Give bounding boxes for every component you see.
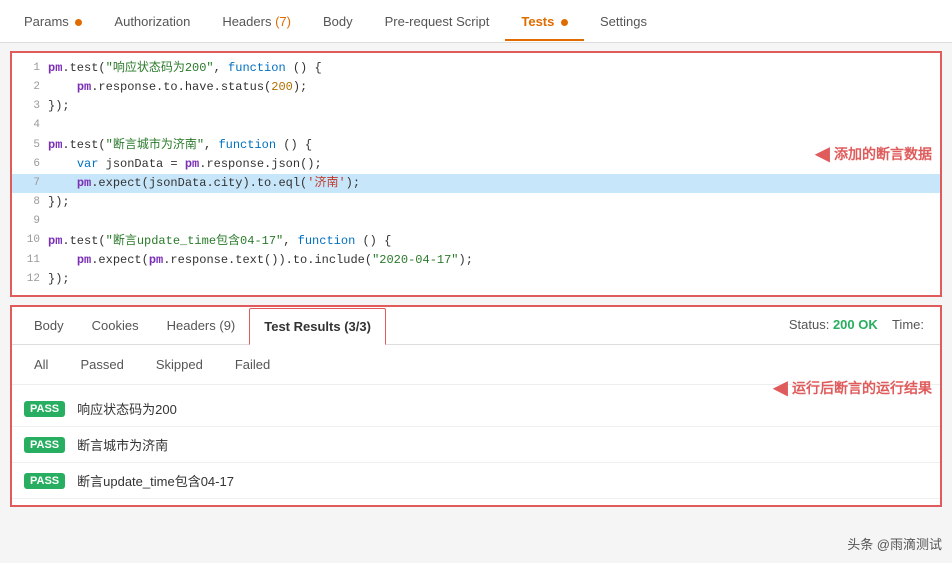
resp-tab-test-results[interactable]: Test Results (3/3) bbox=[249, 308, 386, 345]
code-line-9: 9 bbox=[12, 213, 940, 232]
code-line-6: 6 var jsonData = pm.response.json(); bbox=[12, 155, 940, 174]
code-line-3: 3 }); bbox=[12, 97, 940, 116]
tab-settings[interactable]: Settings bbox=[584, 2, 663, 41]
status-bar: Status: 200 OK Time: bbox=[789, 317, 924, 332]
tab-params-label: Params bbox=[24, 14, 69, 29]
line-num-2: 2 bbox=[16, 79, 40, 97]
tab-prerequest-label: Pre-request Script bbox=[385, 14, 490, 29]
line-content-10: pm.test("断言update_time包含04-17", function… bbox=[48, 232, 936, 251]
line-num-12: 12 bbox=[16, 271, 40, 289]
tab-tests-label: Tests bbox=[521, 14, 554, 29]
test-label-1: 响应状态码为200 bbox=[77, 399, 177, 418]
tab-body[interactable]: Body bbox=[307, 2, 369, 41]
editor-annotation: ◀ 添加的断言数据 bbox=[815, 141, 932, 166]
response-tab-bar: Body Cookies Headers (9) Test Results (3… bbox=[12, 307, 940, 345]
annotation-arrow-icon: ◀ bbox=[815, 141, 830, 166]
code-line-7: 7 pm.expect(jsonData.city).to.eql('济南'); bbox=[12, 174, 940, 193]
watermark-text: 头条 @雨滴测试 bbox=[847, 537, 942, 552]
tab-params[interactable]: Params bbox=[8, 2, 98, 41]
response-section: Body Cookies Headers (9) Test Results (3… bbox=[10, 305, 942, 507]
status-label: Status: bbox=[789, 317, 829, 332]
filter-skipped-label: Skipped bbox=[156, 357, 203, 372]
filter-passed-button[interactable]: Passed bbox=[70, 353, 133, 376]
line-num-9: 9 bbox=[16, 213, 40, 231]
response-annotation: ◀ 运行后断言的运行结果 bbox=[773, 375, 932, 400]
line-num-10: 10 bbox=[16, 232, 40, 250]
tests-dot bbox=[561, 19, 568, 26]
code-line-12: 12 }); bbox=[12, 270, 940, 289]
line-content-3: }); bbox=[48, 97, 936, 116]
tab-settings-label: Settings bbox=[600, 14, 647, 29]
filter-all-label: All bbox=[34, 357, 48, 372]
tab-tests[interactable]: Tests bbox=[505, 2, 584, 41]
line-content-5: pm.test("断言城市为济南", function () { bbox=[48, 136, 936, 155]
code-line-10: 10 pm.test("断言update_time包含04-17", funct… bbox=[12, 232, 940, 251]
line-num-8: 8 bbox=[16, 194, 40, 212]
line-num-4: 4 bbox=[16, 117, 40, 135]
tab-prerequest[interactable]: Pre-request Script bbox=[369, 2, 506, 41]
status-value: 200 OK bbox=[833, 317, 878, 332]
tab-auth-label: Authorization bbox=[114, 14, 190, 29]
line-num-3: 3 bbox=[16, 98, 40, 116]
filter-failed-label: Failed bbox=[235, 357, 270, 372]
resp-tab-headers-label: Headers (9) bbox=[167, 318, 236, 333]
code-line-8: 8 }); bbox=[12, 193, 940, 212]
editor-wrapper: 1 pm.test("响应状态码为200", function () { 2 p… bbox=[0, 51, 952, 297]
resp-tab-body-label: Body bbox=[34, 318, 64, 333]
pass-badge-1: PASS bbox=[24, 401, 65, 417]
tab-headers-label: Headers (7) bbox=[222, 14, 291, 29]
top-tab-bar: Params Authorization Headers (7) Body Pr… bbox=[0, 0, 952, 43]
pass-badge-3: PASS bbox=[24, 473, 65, 489]
code-line-1: 1 pm.test("响应状态码为200", function () { bbox=[12, 59, 940, 78]
filter-skipped-button[interactable]: Skipped bbox=[146, 353, 213, 376]
line-num-11: 11 bbox=[16, 252, 40, 270]
line-num-6: 6 bbox=[16, 156, 40, 174]
test-label-3: 断言update_time包含04-17 bbox=[77, 471, 234, 490]
params-dot bbox=[75, 19, 82, 26]
filter-failed-button[interactable]: Failed bbox=[225, 353, 280, 376]
resp-tab-cookies-label: Cookies bbox=[92, 318, 139, 333]
code-editor[interactable]: 1 pm.test("响应状态码为200", function () { 2 p… bbox=[10, 51, 942, 297]
code-line-5: 5 pm.test("断言城市为济南", function () { bbox=[12, 136, 940, 155]
test-row-2: PASS 断言城市为济南 bbox=[12, 427, 940, 463]
line-content-2: pm.response.to.have.status(200); bbox=[48, 78, 936, 97]
line-content-7: pm.expect(jsonData.city).to.eql('济南'); bbox=[48, 174, 936, 193]
line-content-6: var jsonData = pm.response.json(); bbox=[48, 155, 936, 174]
editor-annotation-text: 添加的断言数据 bbox=[834, 144, 932, 164]
code-line-2: 2 pm.response.to.have.status(200); bbox=[12, 78, 940, 97]
resp-tab-test-results-label: Test Results (3/3) bbox=[264, 319, 371, 334]
resp-tab-cookies[interactable]: Cookies bbox=[78, 308, 153, 343]
watermark: 头条 @雨滴测试 bbox=[847, 534, 942, 553]
line-content-8: }); bbox=[48, 193, 936, 212]
tab-body-label: Body bbox=[323, 14, 353, 29]
resp-tab-headers[interactable]: Headers (9) bbox=[153, 308, 250, 343]
editor-inner: 1 pm.test("响应状态码为200", function () { 2 p… bbox=[12, 53, 940, 295]
tab-authorization[interactable]: Authorization bbox=[98, 2, 206, 41]
line-num-1: 1 bbox=[16, 60, 40, 78]
response-annotation-text: 运行后断言的运行结果 bbox=[792, 378, 932, 398]
tab-headers[interactable]: Headers (7) bbox=[206, 2, 307, 41]
test-row-3: PASS 断言update_time包含04-17 bbox=[12, 463, 940, 499]
pass-badge-2: PASS bbox=[24, 437, 65, 453]
line-num-7: 7 bbox=[16, 175, 40, 193]
line-content-12: }); bbox=[48, 270, 936, 289]
test-results-list: PASS 响应状态码为200 PASS 断言城市为济南 PASS 断言updat… bbox=[12, 385, 940, 505]
filter-passed-label: Passed bbox=[80, 357, 123, 372]
resp-tab-body[interactable]: Body bbox=[20, 308, 78, 343]
line-content-4 bbox=[48, 117, 936, 136]
filter-all-button[interactable]: All bbox=[24, 353, 58, 376]
resp-annotation-arrow-icon: ◀ bbox=[773, 375, 788, 400]
line-content-1: pm.test("响应状态码为200", function () { bbox=[48, 59, 936, 78]
line-content-11: pm.expect(pm.response.text()).to.include… bbox=[48, 251, 936, 270]
time-label: Time: bbox=[892, 317, 924, 332]
code-line-4: 4 bbox=[12, 117, 940, 136]
test-label-2: 断言城市为济南 bbox=[77, 435, 168, 454]
line-content-9 bbox=[48, 213, 936, 232]
code-line-11: 11 pm.expect(pm.response.text()).to.incl… bbox=[12, 251, 940, 270]
line-num-5: 5 bbox=[16, 137, 40, 155]
response-wrapper: Body Cookies Headers (9) Test Results (3… bbox=[0, 305, 952, 507]
